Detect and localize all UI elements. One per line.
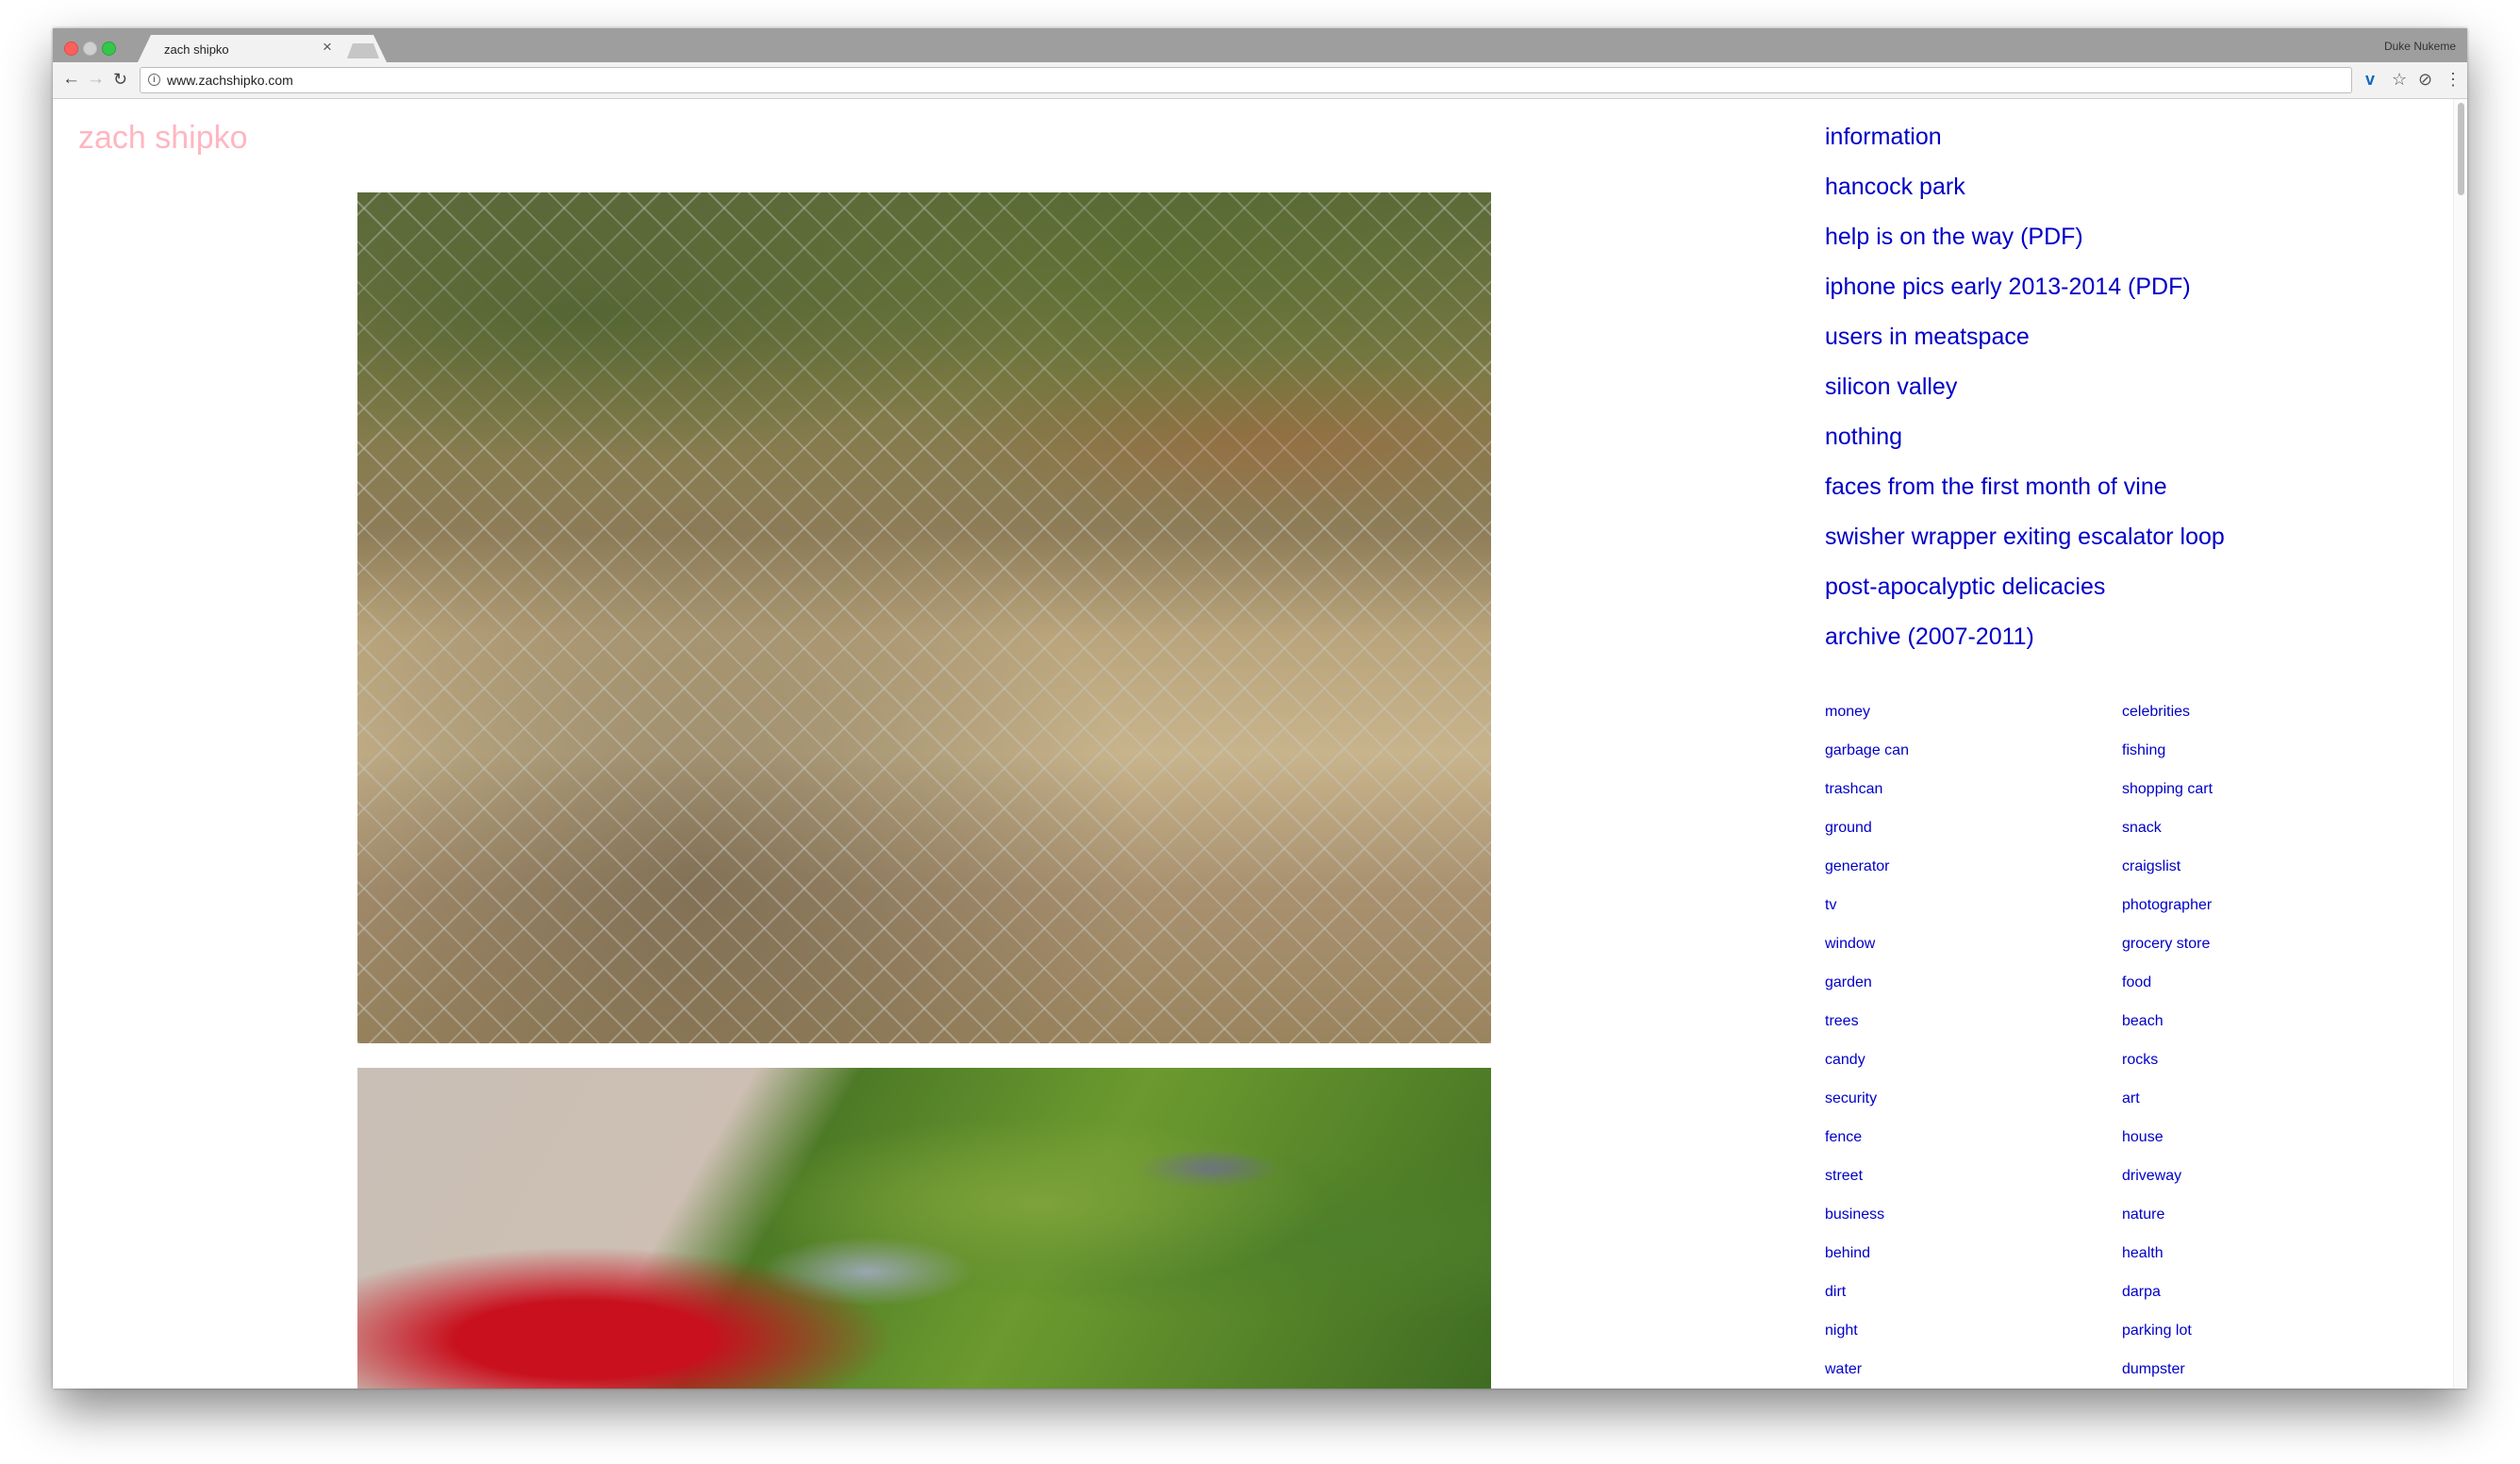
tag-link[interactable]: money	[1825, 703, 1909, 741]
tag-link[interactable]: rocks	[2122, 1051, 2213, 1090]
url-text[interactable]: www.zachshipko.com	[167, 73, 293, 88]
tag-link[interactable]: trashcan	[1825, 780, 1909, 819]
tag-link[interactable]: window	[1825, 935, 1909, 973]
tab-strip: zach shipko × Duke Nukeme	[53, 28, 2467, 62]
tag-link[interactable]: candy	[1825, 1051, 1909, 1090]
nav-link-users-in-meatspace[interactable]: users in meatspace	[1825, 323, 2225, 373]
tag-link[interactable]: snack	[2122, 819, 2213, 857]
tag-link[interactable]: tv	[1825, 896, 1909, 935]
browser-window: zach shipko × Duke Nukeme ← → ↻ i www.za…	[53, 28, 2467, 1389]
tag-link[interactable]: celebrities	[2122, 703, 2213, 741]
site-title[interactable]: zach shipko	[78, 120, 248, 157]
tab-title[interactable]: zach shipko	[164, 42, 229, 57]
nav-link-nothing[interactable]: nothing	[1825, 423, 2225, 473]
tag-link[interactable]: grocery store	[2122, 935, 2213, 973]
tag-link[interactable]: health	[2122, 1244, 2213, 1283]
tag-link[interactable]: security	[1825, 1090, 1909, 1128]
tag-link[interactable]: craigslist	[2122, 857, 2213, 896]
nav-link-swisher-wrapper[interactable]: swisher wrapper exiting escalator loop	[1825, 523, 2225, 573]
nav-link-silicon-valley[interactable]: silicon valley	[1825, 373, 2225, 423]
maximize-window-button[interactable]	[102, 42, 116, 56]
nav-link-hancock-park[interactable]: hancock park	[1825, 173, 2225, 223]
back-arrow-icon[interactable]: ←	[62, 70, 80, 89]
tag-link[interactable]: shopping cart	[2122, 780, 2213, 819]
tag-link[interactable]: beach	[2122, 1012, 2213, 1051]
forward-arrow-icon[interactable]: →	[87, 70, 105, 89]
tag-link[interactable]: nature	[2122, 1206, 2213, 1244]
nav-link-information[interactable]: information	[1825, 123, 2225, 173]
menu-dots-icon[interactable]: ⋮	[2445, 70, 2462, 89]
browser-toolbar: ← → ↻ i www.zachshipko.com v ☆ ⊘ ⋮	[53, 62, 2467, 99]
address-bar[interactable]: i www.zachshipko.com	[140, 67, 2352, 93]
tag-link[interactable]: street	[1825, 1167, 1909, 1206]
tag-link[interactable]: dumpster	[2122, 1360, 2213, 1389]
new-tab-button[interactable]	[347, 43, 379, 58]
close-tab-icon[interactable]: ×	[323, 38, 332, 57]
tag-link[interactable]: garbage can	[1825, 741, 1909, 780]
tag-link[interactable]: night	[1825, 1322, 1909, 1360]
tag-link[interactable]: generator	[1825, 857, 1909, 896]
tag-link[interactable]: fence	[1825, 1128, 1909, 1167]
extension-shield-icon[interactable]: ⊘	[2418, 70, 2432, 89]
tag-link[interactable]: driveway	[2122, 1167, 2213, 1206]
tag-link[interactable]: garden	[1825, 973, 1909, 1012]
scrollbar-thumb[interactable]	[2458, 103, 2464, 195]
main-navigation: information hancock park help is on the …	[1825, 123, 2225, 673]
tag-link[interactable]: dirt	[1825, 1283, 1909, 1322]
tag-link[interactable]: ground	[1825, 819, 1909, 857]
page-viewport: zach shipko information hancock park hel…	[53, 99, 2467, 1389]
tag-link[interactable]: behind	[1825, 1244, 1909, 1283]
tag-link[interactable]: photographer	[2122, 896, 2213, 935]
vertical-scrollbar[interactable]	[2453, 99, 2467, 1389]
nav-link-post-apocalyptic[interactable]: post-apocalyptic delicacies	[1825, 573, 2225, 623]
tag-link[interactable]: darpa	[2122, 1283, 2213, 1322]
nav-link-archive[interactable]: archive (2007-2011)	[1825, 623, 2225, 673]
tag-link[interactable]: parking lot	[2122, 1322, 2213, 1360]
tag-link[interactable]: food	[2122, 973, 2213, 1012]
tag-link[interactable]: fishing	[2122, 741, 2213, 780]
tag-link[interactable]: trees	[1825, 1012, 1909, 1051]
nav-link-iphone-pics[interactable]: iphone pics early 2013-2014 (PDF)	[1825, 273, 2225, 323]
tag-column-right: celebrities fishing shopping cart snack …	[2122, 703, 2213, 1389]
extension-v-icon[interactable]: v	[2365, 70, 2375, 89]
tag-link[interactable]: art	[2122, 1090, 2213, 1128]
profile-name[interactable]: Duke Nukeme	[2384, 40, 2456, 53]
reload-icon[interactable]: ↻	[113, 70, 127, 89]
info-icon[interactable]: i	[148, 74, 160, 86]
tag-link[interactable]: water	[1825, 1360, 1909, 1389]
bookmark-star-icon[interactable]: ☆	[2392, 70, 2407, 89]
nav-link-faces-vine[interactable]: faces from the first month of vine	[1825, 473, 2225, 523]
tag-link[interactable]: house	[2122, 1128, 2213, 1167]
flower-bed-photo	[357, 1068, 1491, 1389]
minimize-window-button[interactable]	[83, 42, 97, 56]
tag-column-left: money garbage can trashcan ground genera…	[1825, 703, 1909, 1389]
chain-link-fence-photo	[357, 192, 1491, 1043]
tag-link[interactable]: business	[1825, 1206, 1909, 1244]
nav-link-help-is-on-the-way[interactable]: help is on the way (PDF)	[1825, 223, 2225, 273]
close-window-button[interactable]	[64, 42, 78, 56]
